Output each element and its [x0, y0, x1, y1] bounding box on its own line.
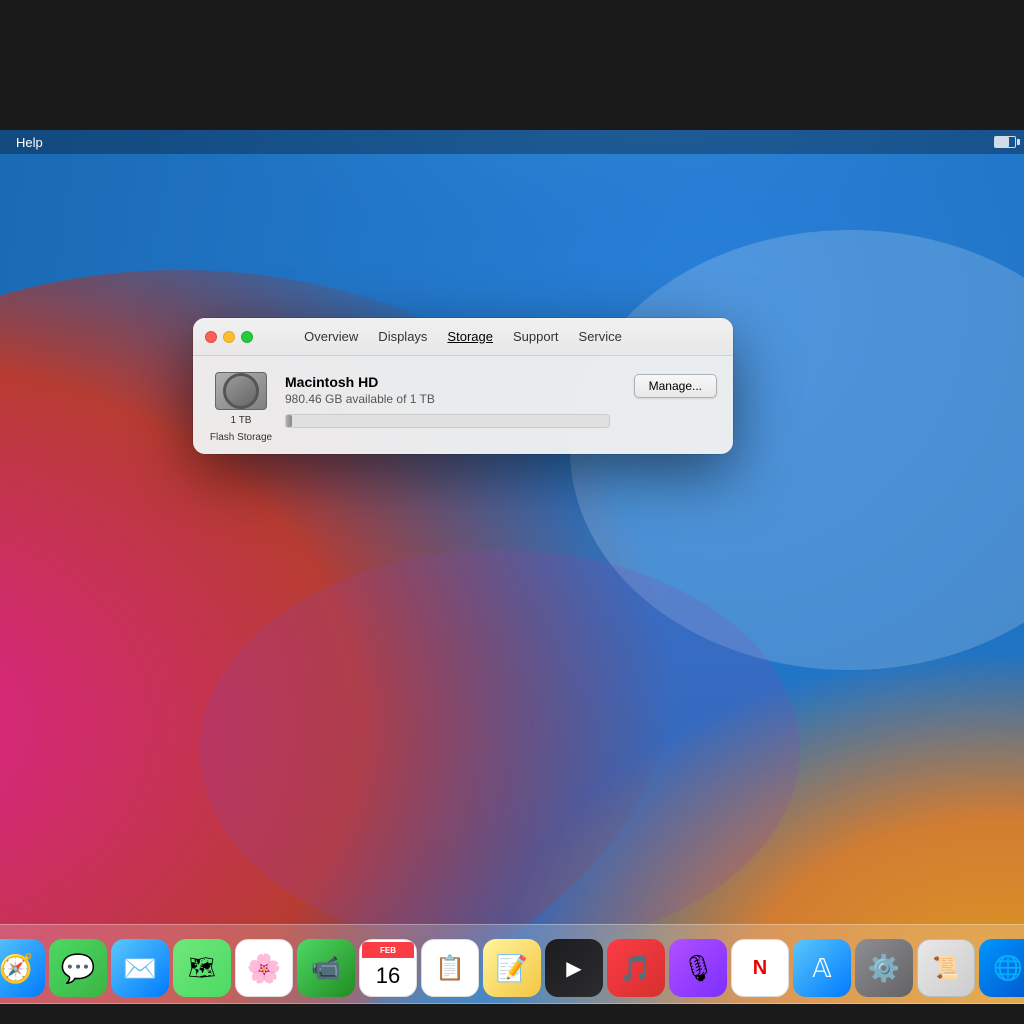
menubar-right: [994, 136, 1016, 148]
tab-support[interactable]: Support: [503, 325, 569, 348]
minimize-button[interactable]: [223, 331, 235, 343]
window-content: 1 TB Flash Storage Macintosh HD 980.46 G…: [193, 356, 733, 454]
dock: 🧭 💬 ✉️ 🗺 🌸 📹 FEB 16 📋: [0, 924, 1024, 1004]
bezel-bottom: [0, 1004, 1024, 1024]
dock-icon-reminders[interactable]: 📋: [421, 939, 479, 997]
traffic-lights: [205, 331, 253, 343]
dock-icon-notes[interactable]: 📝: [483, 939, 541, 997]
dock-icon-extra[interactable]: 🌐: [979, 939, 1024, 997]
hdd-image: [215, 372, 267, 410]
menubar: Help: [0, 130, 1024, 154]
storage-bar: [285, 414, 610, 428]
drive-capacity-label: 1 TB: [231, 414, 252, 427]
dock-icon-appletv[interactable]: ▶: [545, 939, 603, 997]
system-info-window: Overview Displays Storage Support Servic…: [193, 318, 733, 454]
dock-icon-calendar[interactable]: FEB 16: [359, 939, 417, 997]
window-tabs: Overview Displays Storage Support Servic…: [294, 325, 632, 348]
drive-type-label: Flash Storage: [210, 431, 272, 444]
dock-icon-facetime[interactable]: 📹: [297, 939, 355, 997]
dock-icon-finder[interactable]: 🧭: [0, 939, 45, 997]
hdd-icon: 1 TB Flash Storage: [209, 372, 273, 430]
tab-displays[interactable]: Displays: [368, 325, 437, 348]
dock-icon-music[interactable]: 🎵: [607, 939, 665, 997]
dock-icon-messages[interactable]: 💬: [49, 939, 107, 997]
dock-icon-system-preferences[interactable]: ⚙️: [855, 939, 913, 997]
battery-fill: [995, 137, 1009, 147]
tab-storage[interactable]: Storage: [437, 325, 503, 348]
desktop: Help Overview Displays Storage Support S…: [0, 0, 1024, 1024]
close-button[interactable]: [205, 331, 217, 343]
maximize-button[interactable]: [241, 331, 253, 343]
storage-info: Macintosh HD 980.46 GB available of 1 TB: [285, 374, 610, 428]
menubar-help[interactable]: Help: [8, 135, 51, 150]
dock-icon-mail[interactable]: ✉️: [111, 939, 169, 997]
storage-available: 980.46 GB available of 1 TB: [285, 392, 610, 406]
dock-icon-podcasts[interactable]: 🎙: [669, 939, 727, 997]
drive-name: Macintosh HD: [285, 374, 610, 390]
tab-overview[interactable]: Overview: [294, 325, 368, 348]
dock-icon-maps[interactable]: 🗺: [173, 939, 231, 997]
window-titlebar: Overview Displays Storage Support Servic…: [193, 318, 733, 356]
dock-icon-news[interactable]: N: [731, 939, 789, 997]
storage-bar-fill: [286, 415, 292, 427]
dock-icon-script-editor[interactable]: 📜: [917, 939, 975, 997]
dock-icon-appstore[interactable]: 𝔸: [793, 939, 851, 997]
bezel-top: [0, 0, 1024, 130]
dock-icon-photos[interactable]: 🌸: [235, 939, 293, 997]
tab-service[interactable]: Service: [569, 325, 632, 348]
manage-button[interactable]: Manage...: [634, 374, 717, 398]
battery-icon: [994, 136, 1016, 148]
storage-item: 1 TB Flash Storage Macintosh HD 980.46 G…: [209, 372, 717, 430]
